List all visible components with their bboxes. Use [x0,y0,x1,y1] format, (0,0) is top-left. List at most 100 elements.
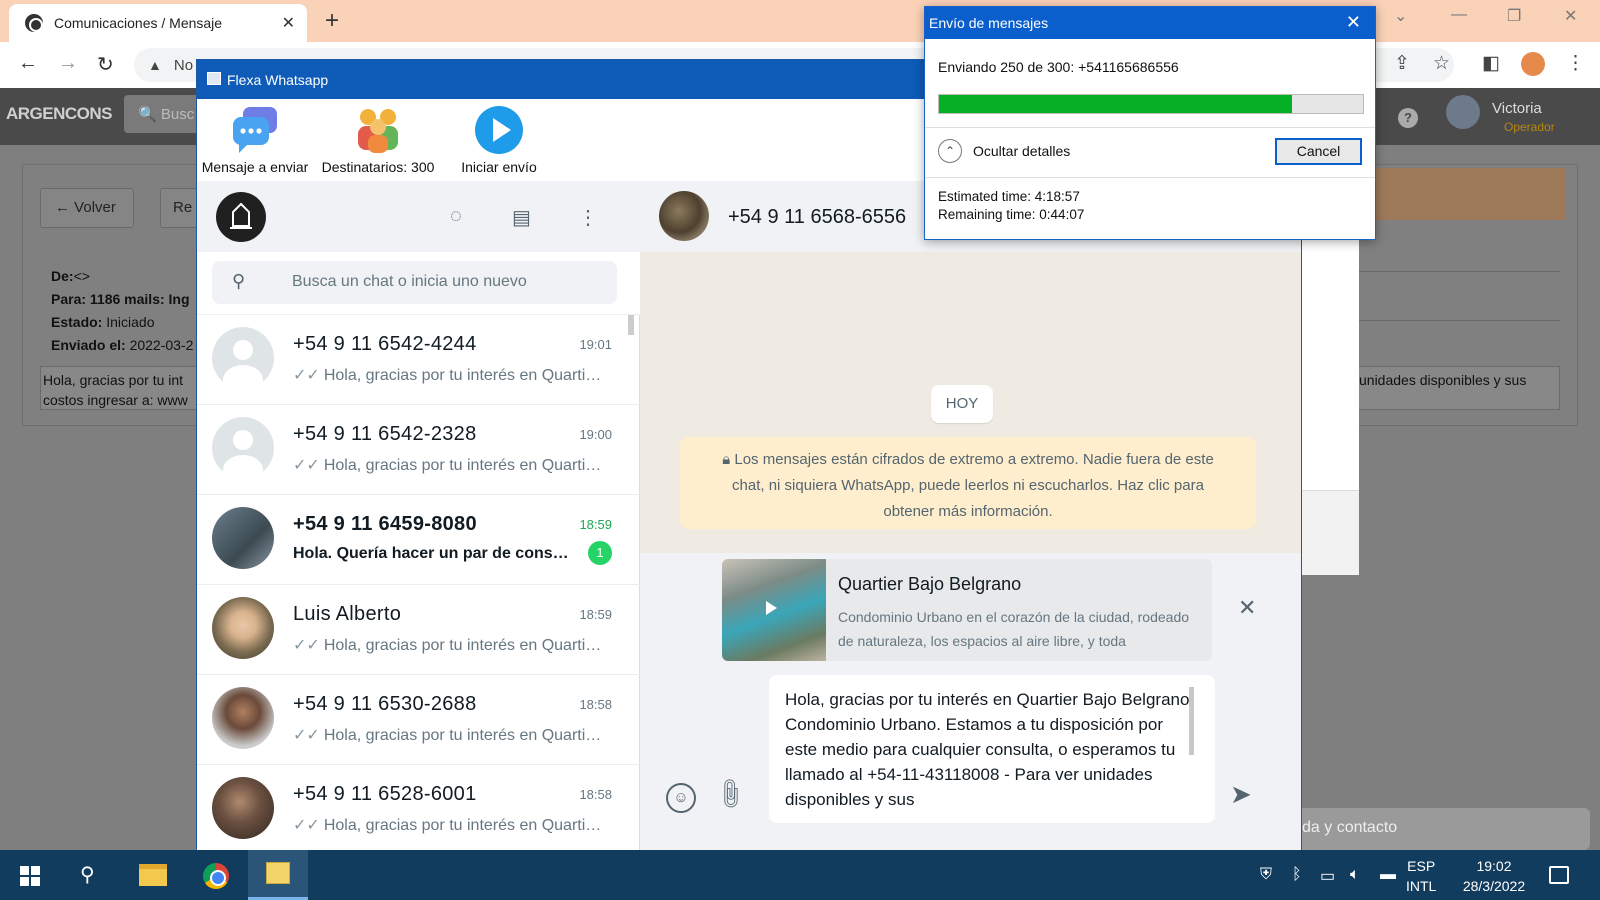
flexa-taskbar-icon[interactable] [248,850,308,900]
play-icon [473,105,525,155]
chat-list: +54 9 11 6542-4244 19:01 ✓✓ Hola, gracias p… [197,315,640,851]
chat-name: +54 9 11 6459-8080 [293,513,477,535]
chat-list-pane: ◌ ▤ ⋮ ⚲ Busca un chat o inicia uno nuevo… [197,181,640,851]
chat-time: 18:59 [579,517,612,532]
reload-icon[interactable]: ↻ [97,52,114,77]
back-arrow-icon[interactable]: ← [18,52,38,75]
chat-name: +54 9 11 6542-4244 [293,333,477,355]
meta-estado: Estado: Iniciado [51,314,155,330]
recipients-label: Destinatarios: 300 [321,159,435,175]
link-preview-description: Condominio Urbano en el corazón de la ci… [838,609,1190,649]
chat-list-item[interactable]: +54 9 11 6528-6001 18:58 ✓✓ Hola, gracias p… [197,765,640,851]
chat-name: +54 9 11 6530-2688 [293,693,477,715]
chat-contact-pill[interactable]: da y contacto [1300,808,1590,850]
emoji-icon[interactable]: ☺ [666,783,696,813]
close-window-button[interactable]: ✕ [1564,6,1577,26]
chat-list-item[interactable]: +54 9 11 6459-8080 18:59 Hola. Quería hace… [197,495,640,585]
input-language[interactable]: ESP INTL [1406,856,1436,896]
link-preview-card[interactable]: Quartier Bajo Belgrano Condominio Urbano… [722,559,1212,661]
volume-icon[interactable]: 🔈︎ [1350,866,1360,884]
profile-avatar-icon[interactable] [1521,52,1545,76]
volver-label: Volver [74,199,116,216]
double-check-icon: ✓✓ [293,817,320,834]
windows-taskbar: ⚲ ⛨ ᛒ ▭ 🔈︎ ▬ ESP INTL 19:02 28/3/2022 [0,850,1600,900]
user-avatar[interactable] [1446,95,1480,129]
chat-search-input[interactable]: ⚲ Busca un chat o inicia uno nuevo [212,261,617,304]
progress-bar [938,94,1364,114]
chat-time: 19:00 [579,427,612,442]
notifications-icon[interactable] [1549,866,1569,884]
bluetooth-icon[interactable]: ᛒ [1292,866,1302,884]
meta-para-value: 1186 mails: Ing [89,291,190,307]
dialog-close-icon[interactable]: ✕ [1346,12,1361,33]
menu-kebab-icon[interactable]: ⋮ [578,205,598,230]
compose-scrollbar[interactable] [1189,687,1194,755]
chat-list-item[interactable]: +54 9 11 6542-2328 19:00 ✓✓ Hola, gracias p… [197,405,640,495]
chrome-icon[interactable] [203,863,229,889]
search-icon: ⚲ [232,271,246,291]
status-ring-icon[interactable]: ◌ [450,205,462,228]
close-preview-icon[interactable]: ✕ [1238,595,1256,621]
meta-estado-value: Iniciado [106,314,155,330]
file-explorer-icon[interactable] [139,864,167,886]
new-tab-button[interactable]: + [325,7,339,35]
browser-tab[interactable]: Comunicaciones / Mensaje ✕ [9,4,307,42]
chat-list-item[interactable]: +54 9 11 6530-2688 18:58 ✓✓ Hola, gracias p… [197,675,640,765]
attach-clip-icon[interactable]: 📎︎ [711,775,749,813]
app-search-input[interactable]: 🔍 Busc [124,95,204,133]
double-check-icon: ✓✓ [293,727,320,744]
message-body-left: Hola, gracias por tu int costos ingresar… [40,366,205,410]
chat-preview: Hola. Quería hacer un par de consultas [293,545,578,563]
progress-bar-fill [939,95,1293,113]
search-icon[interactable]: ⚲ [80,862,95,887]
message-to-send-label: Mensaje a enviar [201,159,309,175]
tab-close-icon[interactable]: ✕ [282,13,295,33]
chevron-up-icon[interactable]: ⌃ [938,139,962,163]
battery-icon[interactable]: ▬ [1380,866,1396,884]
browser-menu-icon[interactable]: ⋮ [1566,52,1585,75]
address-text: No [173,56,194,74]
chat-list-item[interactable]: Luis Alberto 18:59 ✓✓ Hola, gracias por tu … [197,585,640,675]
meta-enviado: Enviado el: 2022-03-2 [51,337,193,353]
message-compose-input[interactable]: Hola, gracias por tu interés en Quartier… [769,675,1215,823]
chat-avatar [212,777,274,839]
contact-name[interactable]: +54 9 11 6568-6556 [728,206,906,229]
encryption-notice[interactable]: 🔒︎ Los mensajes están cifrados de extrem… [680,437,1256,529]
restore-button[interactable]: ❐ [1507,6,1521,26]
network-icon[interactable]: ▭ [1320,866,1335,886]
day-separator: HOY [931,385,993,423]
send-icon[interactable]: ➤ [1230,779,1252,810]
chat-list-scrollbar[interactable] [628,315,634,335]
remaining-time: Remaining time: 0:44:07 [938,207,1085,222]
message-to-send-button[interactable]: Mensaje a enviar [201,99,309,175]
chat-name: +54 9 11 6528-6001 [293,783,477,805]
chat-avatar [212,327,274,389]
tab-search-icon[interactable]: ⌄ [1394,6,1407,26]
chat-avatar [212,417,274,479]
forward-arrow-icon[interactable]: → [58,52,78,75]
system-clock[interactable]: 19:02 28/3/2022 [1456,856,1532,896]
meta-de-label: De: [51,268,74,284]
link-preview-title: Quartier Bajo Belgrano [838,574,1022,594]
sending-progress-dialog: Envío de mensajes ✕ Enviando 250 de 300:… [924,6,1376,240]
start-sending-button[interactable]: Iniciar envío [453,99,545,175]
help-icon[interactable]: ? [1398,108,1418,128]
chat-list-item[interactable]: +54 9 11 6542-4244 19:01 ✓✓ Hola, gracias p… [197,315,640,405]
my-profile-avatar[interactable] [216,192,266,242]
user-name[interactable]: Victoria [1492,100,1542,117]
message-line: costos ingresar a: www [43,392,188,408]
bookmark-star-icon[interactable]: ☆ [1433,52,1450,75]
volver-button[interactable]: ← Volver [40,188,134,228]
security-shield-icon[interactable]: ⛨ [1260,866,1272,884]
chat-name: +54 9 11 6542-2328 [293,423,477,445]
minimize-button[interactable]: — [1451,6,1467,24]
new-chat-icon[interactable]: ▤ [512,205,531,230]
recipients-button[interactable]: Destinatarios: 300 [319,99,437,175]
windows-start-icon[interactable] [20,866,40,886]
cancel-button[interactable]: Cancel [1275,138,1362,165]
side-panel-icon[interactable]: ◧ [1482,52,1500,75]
contact-avatar[interactable] [659,191,709,241]
hide-details-toggle[interactable]: Ocultar detalles [973,143,1070,159]
divider [925,177,1375,178]
share-icon[interactable]: ⇪ [1394,52,1410,75]
